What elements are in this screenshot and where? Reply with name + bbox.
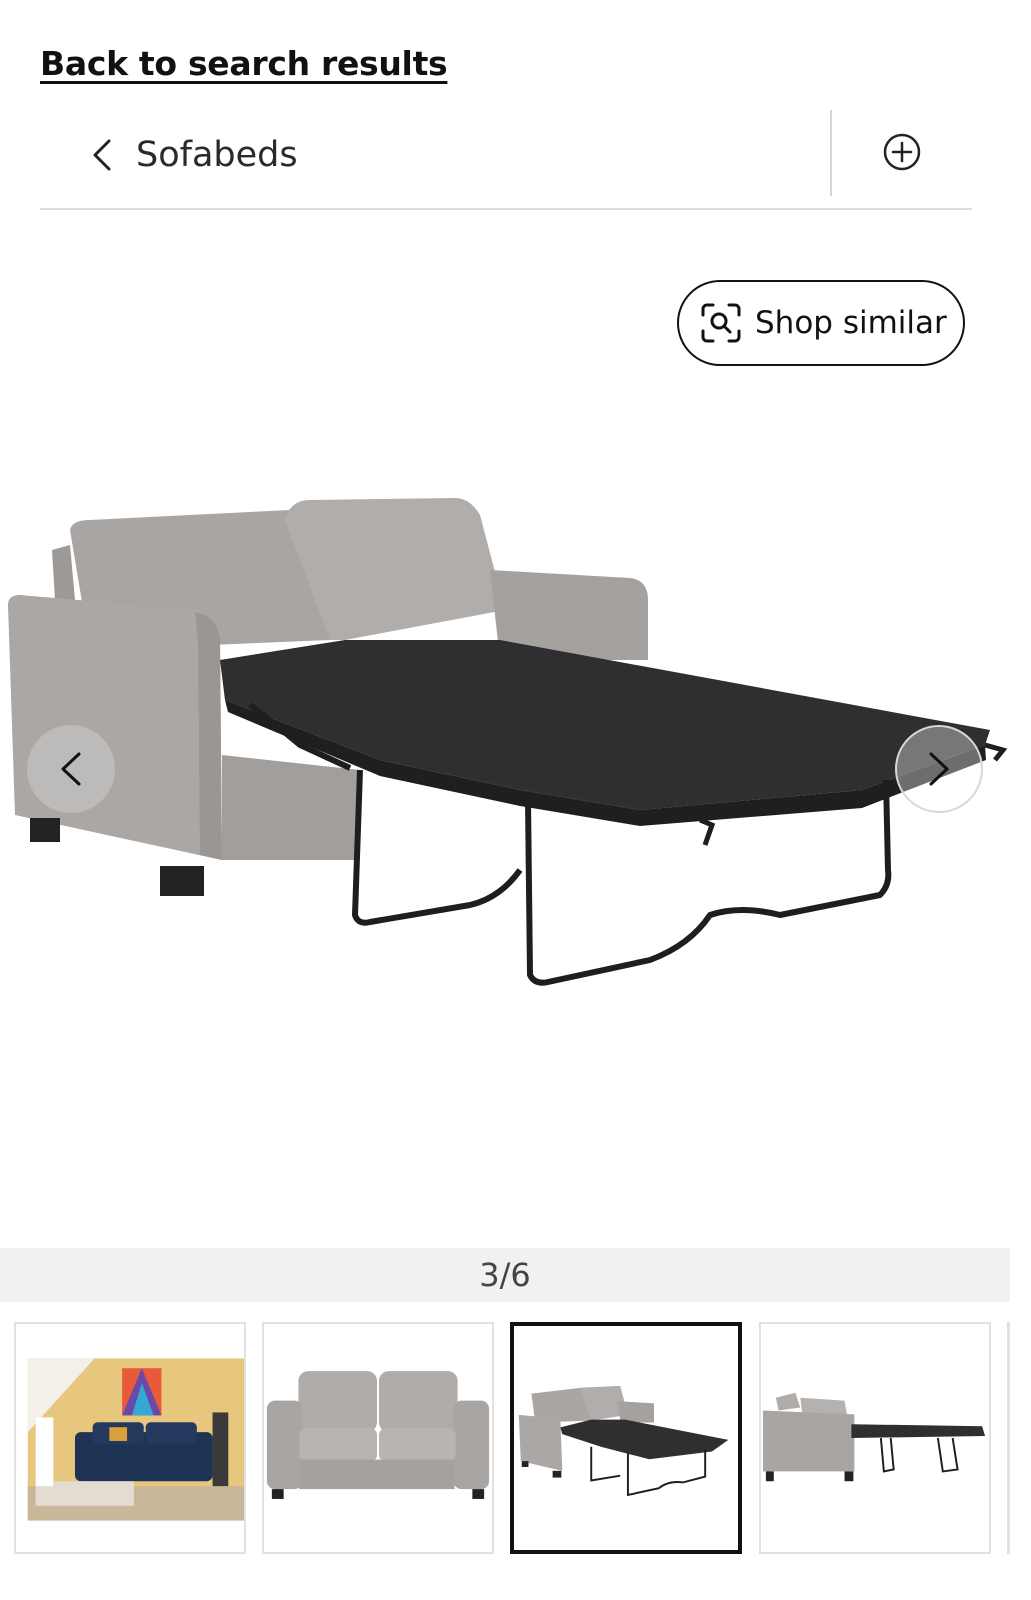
visual-search-icon: [701, 303, 741, 343]
next-image-button[interactable]: [895, 725, 983, 813]
thumbnail-sofabed-open-image: [514, 1326, 738, 1550]
thumbnail-4[interactable]: [759, 1322, 991, 1554]
thumbnail-sofa-front-image: [264, 1324, 492, 1552]
shop-similar-button[interactable]: Shop similar: [677, 280, 965, 366]
thumbnail-sofabed-side-image: [761, 1324, 989, 1552]
chevron-left-icon: [61, 752, 81, 786]
breadcrumb-label: Sofabeds: [136, 135, 298, 175]
previous-image-button[interactable]: [27, 725, 115, 813]
chevron-left-icon: [93, 139, 111, 171]
thumbnail-5-edge[interactable]: [1007, 1322, 1010, 1554]
thumbnail-3-active[interactable]: [510, 1322, 742, 1554]
shop-similar-label: Shop similar: [755, 305, 947, 341]
image-counter: 3/6: [0, 1248, 1010, 1302]
breadcrumb-divider: [830, 110, 832, 196]
thumbnail-1[interactable]: [14, 1322, 246, 1554]
chevron-right-icon: [929, 752, 949, 786]
breadcrumb: Sofabeds: [40, 110, 972, 210]
thumbnail-room-scene-image: [16, 1324, 244, 1552]
plus-circle-icon[interactable]: [880, 130, 924, 174]
back-to-search-results-link[interactable]: Back to search results: [40, 44, 448, 83]
product-image-sofabed: [8, 498, 1008, 986]
thumbnail-strip[interactable]: [14, 1322, 1031, 1558]
breadcrumb-rule: [40, 208, 972, 210]
thumbnail-2[interactable]: [262, 1322, 494, 1554]
breadcrumb-back-button[interactable]: Sofabeds: [90, 110, 298, 200]
